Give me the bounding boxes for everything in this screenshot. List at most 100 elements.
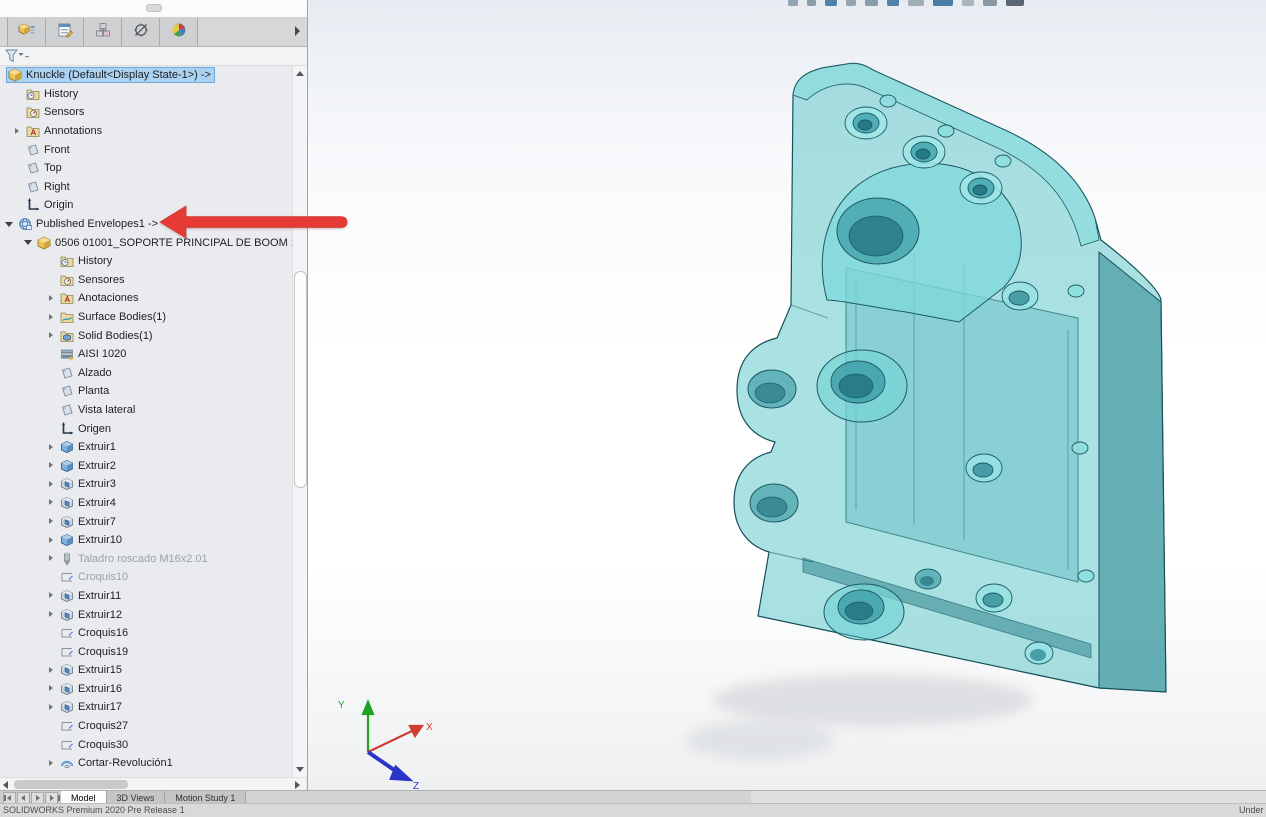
tree-item-content[interactable]: Extruir16 bbox=[58, 681, 126, 697]
panel-tab-displaymanager[interactable] bbox=[160, 18, 198, 46]
tree-item[interactable]: Extruir11 bbox=[0, 587, 292, 606]
tree-item-content[interactable]: Taladro roscado M16x2.01 bbox=[58, 551, 212, 567]
tree-item[interactable]: Extruir17 bbox=[0, 698, 292, 717]
tree-item-content[interactable]: Surface Bodies(1) bbox=[58, 309, 170, 325]
chevron-right-icon[interactable] bbox=[45, 311, 58, 324]
tree-item-content[interactable]: Origen bbox=[58, 421, 115, 437]
tree-item-content[interactable]: Front bbox=[24, 142, 74, 158]
tree-item-content[interactable]: History bbox=[58, 253, 116, 269]
tree-item[interactable]: Knuckle (Default<Display State-1>) -> bbox=[0, 66, 292, 85]
tree-item-content[interactable]: Annotations bbox=[24, 123, 106, 139]
tree-item[interactable]: Extruir12 bbox=[0, 605, 292, 624]
tree-item-content[interactable]: Extruir11 bbox=[58, 588, 125, 604]
chevron-right-icon[interactable] bbox=[45, 292, 58, 305]
scroll-left-arrow-icon[interactable] bbox=[2, 781, 10, 789]
tree-item-content[interactable]: Extruir3 bbox=[58, 476, 120, 492]
tree-item[interactable]: Planta bbox=[0, 382, 292, 401]
graphics-viewport[interactable]: Y X Z bbox=[307, 0, 1266, 790]
last-tab-button[interactable] bbox=[45, 792, 58, 804]
tree-item-content[interactable]: Solid Bodies(1) bbox=[58, 328, 157, 344]
tree-item[interactable]: Croquis16 bbox=[0, 624, 292, 643]
scroll-up-arrow-icon[interactable] bbox=[296, 69, 304, 77]
tree-item-content[interactable]: Top bbox=[24, 160, 66, 176]
panel-tab-configurationmanager[interactable] bbox=[84, 18, 122, 46]
tree-item[interactable]: Surface Bodies(1) bbox=[0, 308, 292, 327]
tree-item[interactable]: Extruir2 bbox=[0, 456, 292, 475]
chevron-right-icon[interactable] bbox=[45, 664, 58, 677]
horizontal-scroll-thumb[interactable] bbox=[14, 780, 128, 789]
tree-item-content[interactable]: Anotaciones bbox=[58, 290, 143, 306]
previous-tab-button[interactable] bbox=[17, 792, 30, 804]
tree-item[interactable]: Extruir4 bbox=[0, 494, 292, 513]
tree-item[interactable]: Sensores bbox=[0, 271, 292, 290]
chevron-down-icon[interactable] bbox=[3, 218, 16, 231]
tree-item[interactable]: Front bbox=[0, 140, 292, 159]
tree-filter-row[interactable] bbox=[0, 47, 307, 66]
tree-item[interactable]: Cortar-Revolución1 bbox=[0, 754, 292, 773]
3d-model-knuckle-part[interactable] bbox=[308, 0, 1266, 790]
tree-item-content[interactable]: AISI 1020 bbox=[58, 346, 130, 362]
tree-item-content[interactable]: Cortar-Revolución1 bbox=[58, 755, 177, 771]
tree-item-content[interactable]: Extruir4 bbox=[58, 495, 120, 511]
tree-item-content[interactable]: Extruir7 bbox=[58, 514, 120, 530]
tree-item[interactable]: Extruir7 bbox=[0, 512, 292, 531]
tree-item-content[interactable]: History bbox=[24, 86, 82, 102]
tree-item-content[interactable]: Published Envelopes1 -> bbox=[16, 216, 162, 232]
chevron-down-icon[interactable] bbox=[22, 236, 35, 249]
chevron-right-icon[interactable] bbox=[45, 757, 58, 770]
chevron-right-icon[interactable] bbox=[45, 682, 58, 695]
chevron-right-icon[interactable] bbox=[45, 608, 58, 621]
chevron-right-icon[interactable] bbox=[45, 459, 58, 472]
tree-item-content[interactable]: Sensores bbox=[58, 272, 128, 288]
tree-item-content[interactable]: Extruir10 bbox=[58, 532, 126, 548]
tree-item-content[interactable]: Vista lateral bbox=[58, 402, 139, 418]
tree-item[interactable]: Right bbox=[0, 178, 292, 197]
tree-item-content[interactable]: Extruir17 bbox=[58, 699, 126, 715]
tree-item[interactable]: Alzado bbox=[0, 364, 292, 383]
tree-item-content[interactable]: Alzado bbox=[58, 365, 116, 381]
chevron-right-icon[interactable] bbox=[45, 589, 58, 602]
tree-item-content[interactable]: Origin bbox=[24, 197, 77, 213]
panel-flyout-arrow-icon[interactable] bbox=[293, 24, 303, 38]
panel-tab-propertymanager[interactable] bbox=[46, 18, 84, 46]
tree-item-content[interactable]: Croquis30 bbox=[58, 737, 132, 753]
tree-item[interactable]: AISI 1020 bbox=[0, 345, 292, 364]
tree-item[interactable]: Extruir15 bbox=[0, 661, 292, 680]
tree-item-content[interactable]: Croquis27 bbox=[58, 718, 132, 734]
vertical-scroll-thumb[interactable] bbox=[294, 271, 307, 488]
tree-item-content[interactable]: Extruir2 bbox=[58, 458, 120, 474]
tree-item-content[interactable]: Extruir15 bbox=[58, 662, 126, 678]
panel-collapse-handle[interactable] bbox=[146, 4, 162, 12]
tree-item[interactable]: History bbox=[0, 252, 292, 271]
tree-item[interactable]: Annotations bbox=[0, 122, 292, 141]
scroll-down-arrow-icon[interactable] bbox=[296, 765, 304, 773]
first-tab-button[interactable] bbox=[3, 792, 16, 804]
tree-item[interactable]: Extruir10 bbox=[0, 531, 292, 550]
chevron-right-icon[interactable] bbox=[45, 552, 58, 565]
chevron-right-icon[interactable] bbox=[45, 478, 58, 491]
next-tab-button[interactable] bbox=[31, 792, 44, 804]
chevron-right-icon[interactable] bbox=[45, 496, 58, 509]
tree-item-content[interactable]: Croquis16 bbox=[58, 625, 132, 641]
tree-item[interactable]: Solid Bodies(1) bbox=[0, 326, 292, 345]
tree-item[interactable]: Extruir16 bbox=[0, 680, 292, 699]
tree-horizontal-scrollbar[interactable] bbox=[0, 777, 306, 791]
chevron-right-icon[interactable] bbox=[45, 534, 58, 547]
panel-tab-dimxpertmanager[interactable] bbox=[122, 18, 160, 46]
tree-item[interactable]: Origen bbox=[0, 419, 292, 438]
tree-item-content[interactable]: Knuckle (Default<Display State-1>) -> bbox=[6, 67, 215, 83]
tree-item-content[interactable]: Extruir12 bbox=[58, 607, 126, 623]
tree-item[interactable]: Taladro roscado M16x2.01 bbox=[0, 549, 292, 568]
tree-item-content[interactable]: Planta bbox=[58, 383, 113, 399]
tree-item[interactable]: Croquis19 bbox=[0, 642, 292, 661]
tree-item[interactable]: Top bbox=[0, 159, 292, 178]
tree-item[interactable]: Extruir1 bbox=[0, 438, 292, 457]
chevron-right-icon[interactable] bbox=[45, 441, 58, 454]
tree-item[interactable]: Anotaciones bbox=[0, 289, 292, 308]
chevron-right-icon[interactable] bbox=[11, 125, 24, 138]
tree-item[interactable]: Vista lateral bbox=[0, 401, 292, 420]
chevron-right-icon[interactable] bbox=[45, 515, 58, 528]
tree-item[interactable]: Croquis27 bbox=[0, 717, 292, 736]
tree-item[interactable]: Croquis30 bbox=[0, 735, 292, 754]
tree-item[interactable]: Croquis10 bbox=[0, 568, 292, 587]
